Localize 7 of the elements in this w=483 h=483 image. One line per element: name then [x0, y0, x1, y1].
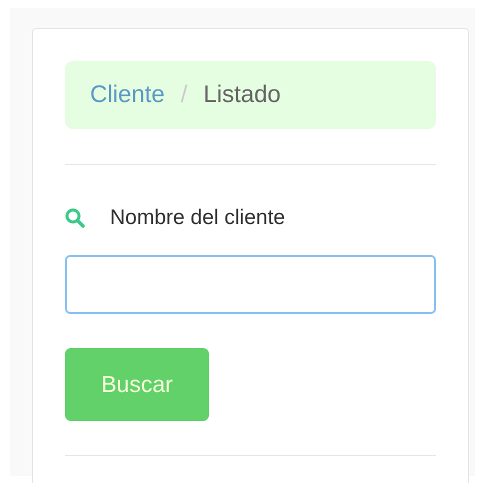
field-label: Nombre del cliente — [110, 205, 286, 232]
search-button[interactable]: Buscar — [65, 348, 209, 421]
breadcrumb-link[interactable]: Cliente — [90, 77, 165, 113]
breadcrumb-separator: / — [180, 80, 188, 110]
search-icon — [65, 208, 85, 228]
breadcrumb-current: Listado — [203, 80, 281, 110]
input-field[interactable] — [65, 255, 436, 314]
